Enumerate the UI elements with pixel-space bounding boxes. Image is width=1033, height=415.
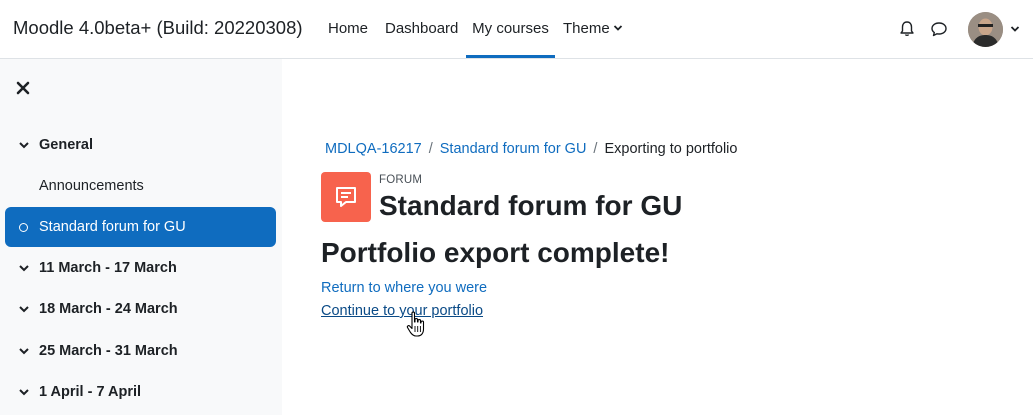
continue-portfolio-link[interactable]: Continue to your portfolio [321, 303, 483, 319]
chevron-down-icon[interactable] [18, 345, 30, 357]
course-section-18-march[interactable]: 18 March - 24 March [5, 289, 276, 329]
breadcrumb-forum[interactable]: Standard forum for GU [440, 141, 587, 157]
close-icon[interactable] [16, 81, 30, 95]
completion-circle-icon [19, 223, 28, 232]
forum-icon [321, 172, 371, 222]
section-label: 11 March - 17 March [39, 260, 177, 276]
return-link[interactable]: Return to where you were [321, 280, 487, 296]
page-title: Standard forum for GU [379, 190, 683, 221]
activity-type-label: FORUM [379, 174, 423, 186]
breadcrumb-separator: / [428, 141, 433, 157]
course-item-standard-forum[interactable]: Standard forum for GU [5, 207, 276, 247]
item-label: Standard forum for GU [39, 219, 186, 235]
user-photo [968, 12, 1003, 47]
export-complete-heading: Portfolio export complete! [321, 237, 670, 268]
course-section-1-april[interactable]: 1 April - 7 April [5, 372, 276, 412]
bell-icon[interactable] [898, 20, 916, 38]
item-label: Announcements [39, 178, 144, 194]
course-section-general[interactable]: General [5, 125, 276, 165]
nav-theme-label: Theme [563, 20, 610, 37]
course-section-11-march[interactable]: 11 March - 17 March [5, 248, 276, 288]
breadcrumb: MDLQA-16217 / Standard forum for GU / Export… [325, 141, 737, 157]
breadcrumb-current: Exporting to portfolio [604, 141, 738, 157]
nav-dashboard[interactable]: Dashboard [385, 0, 458, 58]
chevron-down-icon[interactable] [1010, 24, 1020, 34]
chevron-down-icon[interactable] [18, 139, 30, 151]
nav-home[interactable]: Home [328, 0, 368, 58]
top-navbar: Moodle 4.0beta+ (Build: 20220308) Home D… [0, 0, 1033, 59]
chevron-down-icon[interactable] [18, 262, 30, 274]
section-label: 25 March - 31 March [39, 343, 178, 359]
course-section-25-march[interactable]: 25 March - 31 March [5, 331, 276, 371]
nav-theme[interactable]: Theme [563, 0, 623, 58]
section-label: General [39, 137, 93, 153]
main-content: MDLQA-16217 / Standard forum for GU / Export… [282, 59, 1033, 415]
hand-cursor-icon [406, 311, 425, 337]
breadcrumb-separator: / [593, 141, 598, 157]
chevron-down-icon[interactable] [18, 386, 30, 398]
chevron-down-icon[interactable] [18, 303, 30, 315]
site-name[interactable]: Moodle 4.0beta+ (Build: 20220308) [13, 17, 303, 39]
course-item-announcements[interactable]: Announcements [5, 166, 276, 206]
section-label: 18 March - 24 March [39, 301, 178, 317]
user-avatar[interactable] [968, 12, 1003, 47]
course-index-drawer: General Announcements Standard forum for… [0, 59, 282, 415]
nav-my-courses[interactable]: My courses [466, 0, 555, 58]
breadcrumb-course[interactable]: MDLQA-16217 [325, 141, 422, 157]
speech-bubble-icon [336, 187, 356, 207]
chevron-down-icon [613, 25, 622, 31]
section-label: 1 April - 7 April [39, 384, 142, 400]
chat-icon[interactable] [930, 20, 948, 38]
